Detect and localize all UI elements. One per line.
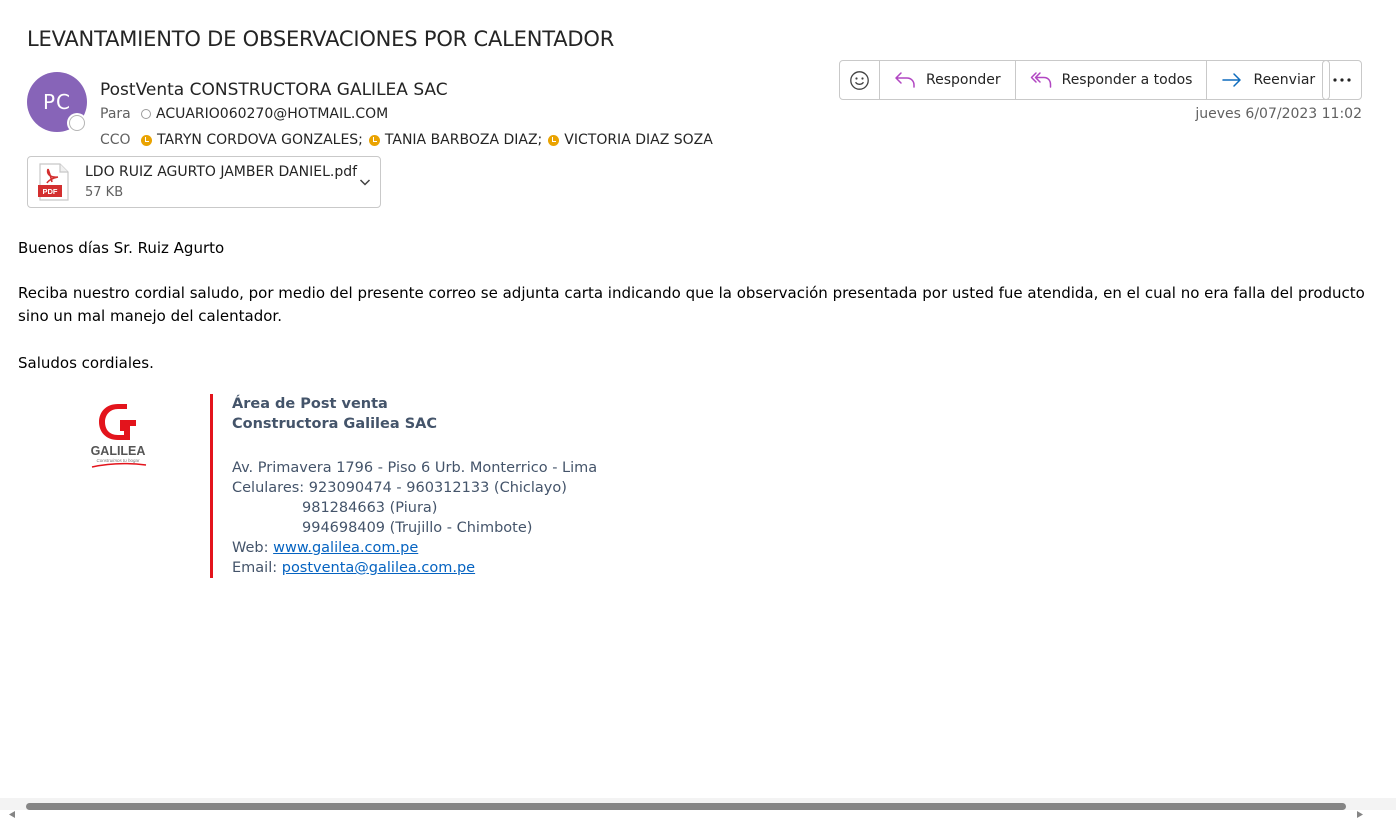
recipient-name: TANIA BARBOZA DIAZ; <box>384 132 543 148</box>
bcc-row: CCO TARYN CORDOVA GONZALES; TANIA BARBOZ… <box>100 132 719 148</box>
svg-text:GALILEA: GALILEA <box>91 444 146 458</box>
presence-status-icon <box>69 115 85 131</box>
recipient-bcc[interactable]: TARYN CORDOVA GONZALES; <box>141 132 363 148</box>
recipient-bcc[interactable]: TANIA BARBOZA DIAZ; <box>368 132 543 148</box>
email-subject: LEVANTAMIENTO DE OBSERVACIONES POR CALEN… <box>27 27 615 51</box>
body-line: sino un mal manejo del calentador. <box>18 307 282 325</box>
scroll-left-icon[interactable] <box>8 803 16 822</box>
signature-email: Email: postventa@galilea.com.pe <box>232 558 475 578</box>
presence-away-icon <box>548 134 560 146</box>
sent-datetime: jueves 6/07/2023 11:02 <box>1195 106 1362 122</box>
emoji-reaction-button[interactable] <box>840 61 879 99</box>
recipient-bcc[interactable]: VICTORIA DIAZ SOZA <box>548 132 713 148</box>
reply-all-button[interactable]: Responder a todos <box>1014 61 1207 99</box>
phone-number: 923090474 - 960312133 (Chiclayo) <box>308 480 567 496</box>
signature-divider <box>210 394 213 578</box>
pdf-file-icon: PDF <box>38 163 70 205</box>
phones-label: Celulares: <box>232 480 305 496</box>
message-toolbar: Responder Responder a todos Reenviar <box>839 60 1331 100</box>
signature-company: Constructora Galilea SAC <box>232 416 438 432</box>
chevron-down-icon[interactable] <box>358 174 372 193</box>
phone-number: 994698409 (Trujillo - Chimbote) <box>302 520 533 536</box>
email-label: Email: <box>232 560 278 576</box>
web-label: Web: <box>232 540 269 556</box>
bcc-label: CCO <box>100 132 131 148</box>
signature-address: Av. Primavera 1796 - Piso 6 Urb. Monterr… <box>232 460 598 476</box>
recipient-name: VICTORIA DIAZ SOZA <box>564 132 713 148</box>
reply-label: Responder <box>926 72 1001 88</box>
web-link[interactable]: www.galilea.com.pe <box>273 540 418 556</box>
signature-web: Web: www.galilea.com.pe <box>232 538 418 558</box>
presence-unknown-icon <box>141 109 151 119</box>
recipient-name: TARYN CORDOVA GONZALES; <box>157 132 363 148</box>
reply-all-label: Responder a todos <box>1061 72 1193 88</box>
greeting: Buenos días Sr. Ruiz Agurto <box>18 239 225 257</box>
closing: Saludos cordiales. <box>18 354 154 372</box>
attachment-name: LDO RUIZ AGURTO JAMBER DANIEL.pdf <box>85 164 358 180</box>
presence-away-icon <box>368 134 380 146</box>
more-actions-button[interactable] <box>1322 60 1362 100</box>
recipient-name: ACUARIO060270@HOTMAIL.COM <box>156 106 389 122</box>
sender-name[interactable]: PostVenta CONSTRUCTORA GALILEA SAC <box>100 80 448 100</box>
scroll-right-icon[interactable] <box>1356 803 1364 822</box>
email-link[interactable]: postventa@galilea.com.pe <box>282 560 475 576</box>
to-label: Para <box>100 106 131 122</box>
svg-text:Construimos tu hogar: Construimos tu hogar <box>96 458 140 463</box>
phone-number: 981284663 (Piura) <box>302 500 438 516</box>
presence-away-icon <box>141 134 152 146</box>
body-paragraph: Reciba nuestro cordial saludo, por medio… <box>18 282 1378 328</box>
smiley-icon <box>850 70 869 90</box>
svg-text:PDF: PDF <box>43 187 58 196</box>
forward-button[interactable]: Reenviar <box>1206 61 1329 99</box>
forward-label: Reenviar <box>1253 72 1316 88</box>
signature-department: Área de Post venta <box>232 396 388 412</box>
reply-all-icon <box>1030 72 1051 88</box>
attachment-size: 57 KB <box>85 185 124 200</box>
scrollbar-thumb[interactable] <box>26 803 1346 810</box>
reply-icon <box>895 72 915 88</box>
more-icon <box>1333 78 1351 82</box>
reply-button[interactable]: Responder <box>879 61 1015 99</box>
recipient-to[interactable]: ACUARIO060270@HOTMAIL.COM <box>141 106 388 122</box>
galilea-logo: GALILEA Construimos tu hogar <box>80 400 160 472</box>
signature-phones: Celulares: 923090474 - 960312133 (Chicla… <box>232 478 567 498</box>
attachment-card[interactable]: PDF LDO RUIZ AGURTO JAMBER DANIEL.pdf 57… <box>27 156 381 208</box>
to-row: Para ACUARIO060270@HOTMAIL.COM <box>100 106 394 122</box>
body-line: Reciba nuestro cordial saludo, por medio… <box>18 284 1365 302</box>
forward-arrow-icon <box>1222 73 1242 87</box>
